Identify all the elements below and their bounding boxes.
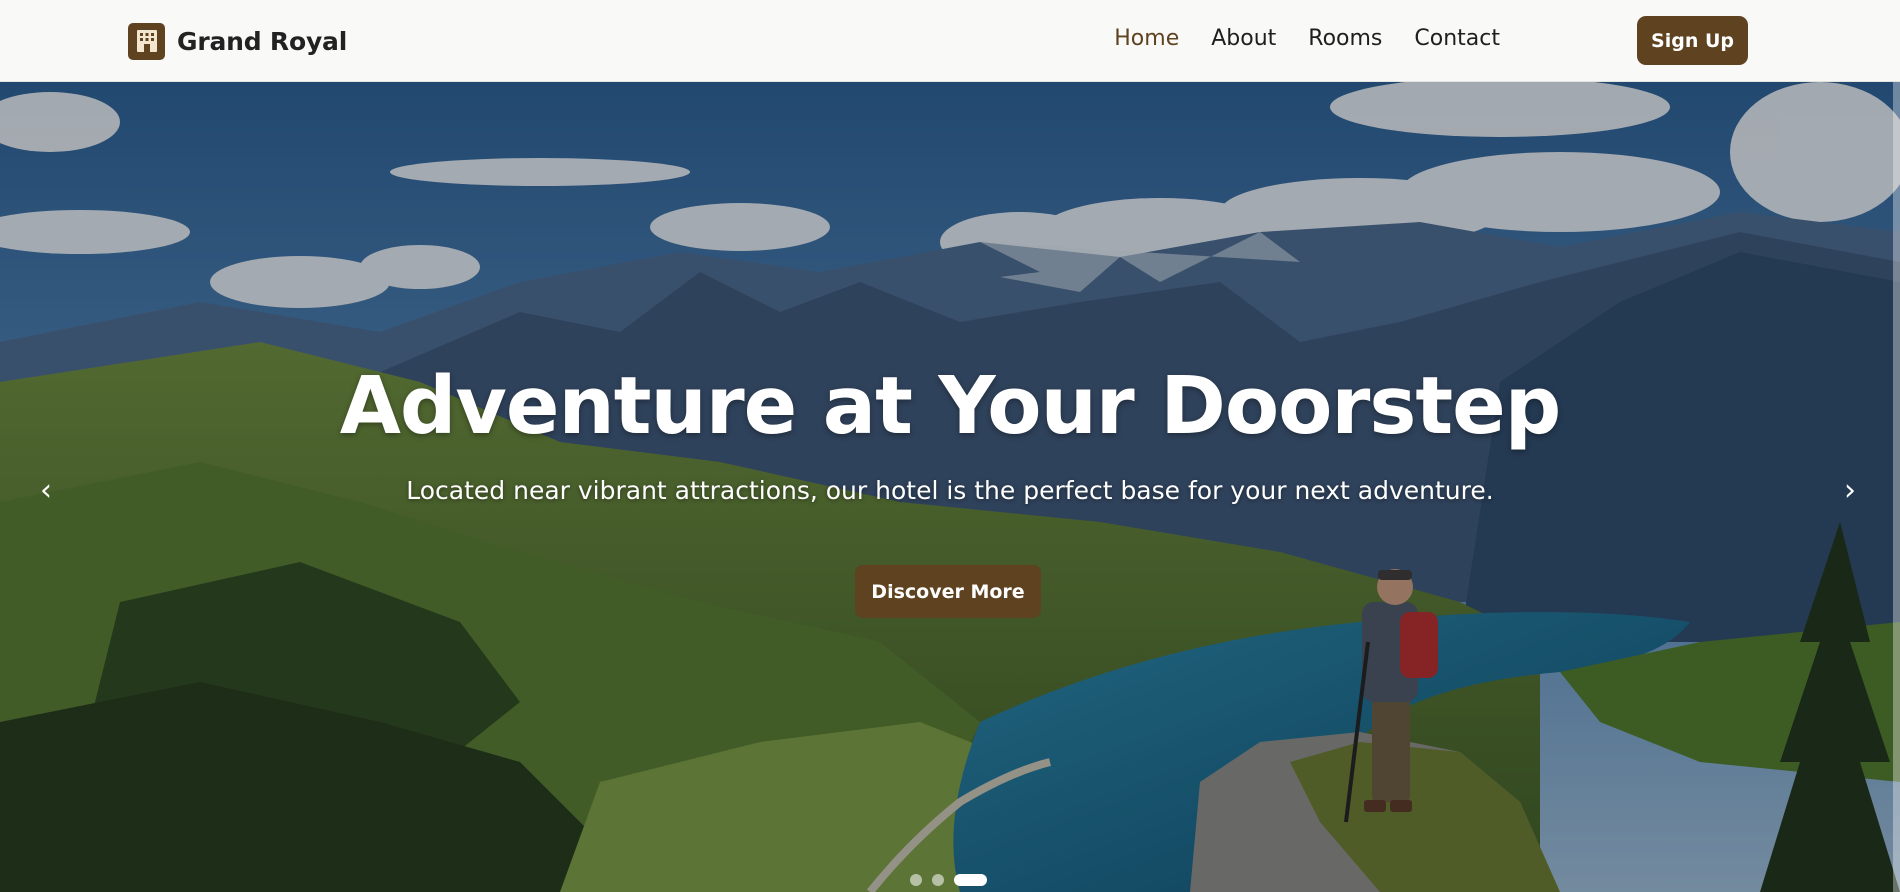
chevron-right-icon: ›: [1844, 472, 1856, 508]
carousel-indicators: [910, 874, 987, 886]
nav-link-home[interactable]: Home: [1114, 26, 1179, 51]
brand-link[interactable]: Grand Royal: [128, 21, 347, 61]
hero-title: Adventure at Your Doorstep: [339, 360, 1562, 452]
carousel-indicator-1[interactable]: [910, 874, 922, 886]
nav-link-rooms[interactable]: Rooms: [1308, 26, 1382, 51]
carousel-next-button[interactable]: ›: [1832, 472, 1868, 508]
discover-more-button[interactable]: Discover More: [855, 565, 1041, 618]
hero-carousel: Adventure at Your Doorstep Located near …: [0, 82, 1900, 892]
navbar: Grand Royal Home About Rooms Contact Sig…: [0, 0, 1900, 82]
hotel-building-icon: [128, 22, 165, 60]
nav-link-contact[interactable]: Contact: [1414, 26, 1500, 51]
sign-up-button[interactable]: Sign Up: [1637, 16, 1748, 65]
nav-link-about[interactable]: About: [1211, 26, 1276, 51]
carousel-indicator-3[interactable]: [954, 874, 987, 886]
brand-name: Grand Royal: [177, 26, 348, 56]
nav-links: Home About Rooms Contact: [1114, 26, 1500, 51]
scrollbar[interactable]: [1893, 82, 1900, 892]
carousel-prev-button[interactable]: ‹: [28, 472, 64, 508]
chevron-left-icon: ‹: [40, 472, 52, 508]
carousel-indicator-2[interactable]: [932, 874, 944, 886]
hero-subtitle: Located near vibrant attractions, our ho…: [406, 476, 1494, 505]
